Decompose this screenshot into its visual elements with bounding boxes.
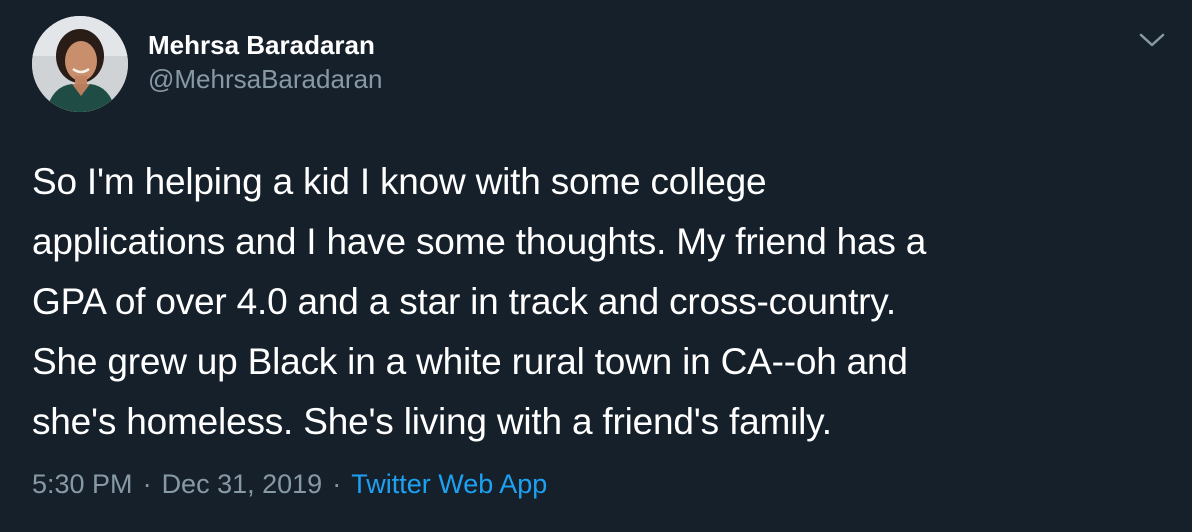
chevron-down-icon bbox=[1139, 33, 1165, 47]
tweet-header: Mehrsa Baradaran @MehrsaBaradaran bbox=[32, 16, 1160, 112]
tweet-card: Mehrsa Baradaran @MehrsaBaradaran So I'm… bbox=[0, 0, 1192, 532]
author-display-name[interactable]: Mehrsa Baradaran bbox=[148, 28, 383, 62]
tweet-date[interactable]: Dec 31, 2019 bbox=[162, 469, 323, 499]
profile-photo-icon bbox=[32, 16, 128, 112]
tweet-menu-button[interactable] bbox=[1138, 30, 1166, 50]
separator: · bbox=[332, 469, 342, 499]
tweet-time[interactable]: 5:30 PM bbox=[32, 469, 133, 499]
tweet-text-line: applications and I have some thoughts. M… bbox=[32, 221, 927, 262]
avatar[interactable] bbox=[32, 16, 128, 112]
tweet-metadata: 5:30 PM · Dec 31, 2019 · Twitter Web App bbox=[32, 466, 547, 502]
tweet-source-link[interactable]: Twitter Web App bbox=[351, 469, 547, 499]
tweet-text-line: So I'm helping a kid I know with some co… bbox=[32, 161, 767, 202]
author-handle[interactable]: @MehrsaBaradaran bbox=[148, 62, 383, 96]
separator: · bbox=[142, 469, 152, 499]
author-names: Mehrsa Baradaran @MehrsaBaradaran bbox=[148, 28, 383, 96]
tweet-text-line: She grew up Black in a white rural town … bbox=[32, 341, 908, 382]
tweet-text: So I'm helping a kid I know with some co… bbox=[32, 152, 1132, 452]
tweet-text-line: GPA of over 4.0 and a star in track and … bbox=[32, 281, 896, 322]
tweet-text-line: she's homeless. She's living with a frie… bbox=[32, 401, 832, 442]
